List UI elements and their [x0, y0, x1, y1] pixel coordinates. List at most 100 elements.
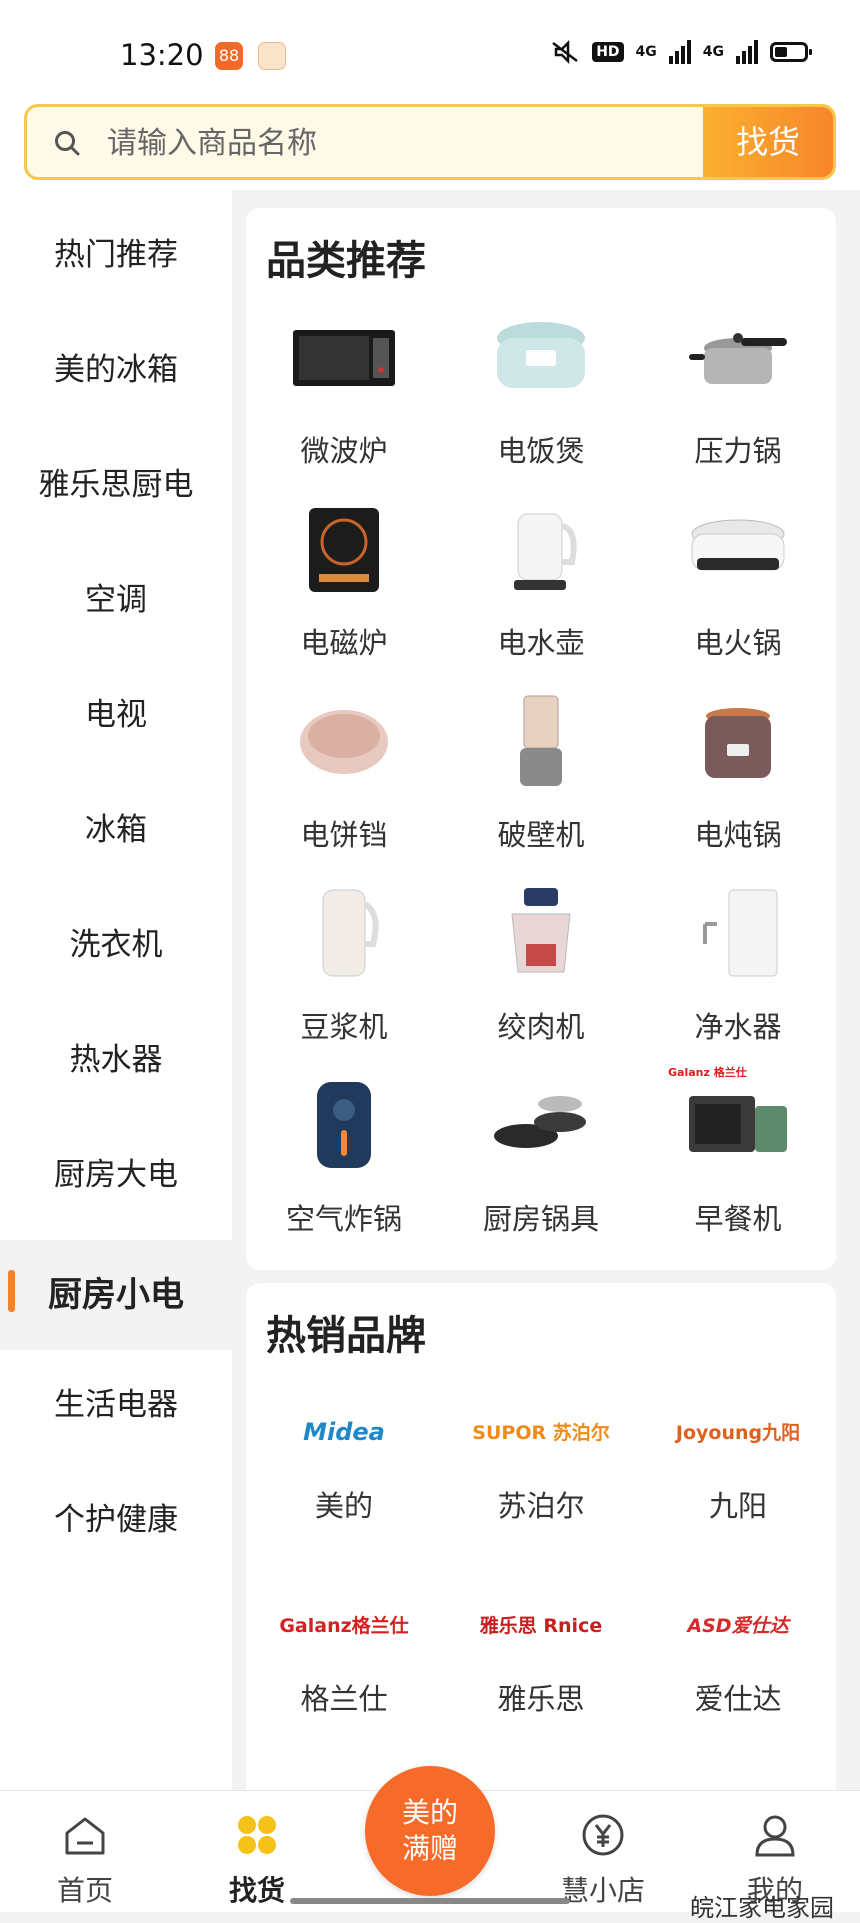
category-item[interactable]: 空气炸锅	[246, 1076, 442, 1266]
category-item[interactable]: 破壁机	[443, 692, 639, 882]
category-section-title: 品类推荐	[266, 238, 426, 284]
meat-grinder-icon	[511, 888, 571, 973]
promo-line-2: 满赠	[401, 1832, 458, 1865]
brand-name: 九阳	[708, 1489, 767, 1523]
sidebar-item-rnice-kitchen[interactable]: 雅乐思厨电	[0, 435, 232, 535]
category-item[interactable]: 微波炉	[246, 308, 442, 498]
category-sidebar: 热门推荐 美的冰箱 雅乐思厨电 空调 电视 冰箱 洗衣机 热水器 厨房大电 厨房…	[0, 190, 232, 1790]
brand-item[interactable]: Galanz格兰仕 格兰仕	[246, 1571, 442, 1761]
category-label: 电炖锅	[694, 818, 782, 852]
tab-home[interactable]: 首页	[0, 1791, 170, 1912]
tab-home-label: 首页	[56, 1874, 113, 1907]
brand-item[interactable]: 雅乐思 Rnice 雅乐思	[443, 1571, 639, 1761]
stew-pot-icon	[705, 708, 771, 778]
supor-logo: SUPOR 苏泊尔	[472, 1422, 610, 1444]
category-item[interactable]: 豆浆机	[246, 884, 442, 1074]
sidebar-item-living[interactable]: 生活电器	[0, 1355, 232, 1455]
category-label: 净水器	[694, 1010, 782, 1044]
microwave-icon	[293, 330, 395, 386]
battery-icon	[770, 42, 812, 62]
category-label: 电水壶	[497, 626, 585, 660]
category-label: 绞肉机	[497, 1010, 585, 1044]
network-label-1: 4G	[635, 44, 657, 60]
tab-find[interactable]: 找货	[172, 1791, 342, 1912]
midea-logo: Midea	[303, 1418, 385, 1446]
category-label: 压力锅	[694, 434, 782, 468]
signal-icon	[668, 40, 691, 64]
joyoung-logo: Joyoung九阳	[675, 1422, 801, 1444]
category-label: 早餐机	[694, 1202, 782, 1236]
mute-icon	[552, 40, 578, 64]
pancake-maker-icon	[300, 710, 388, 774]
grid-icon	[238, 1816, 276, 1854]
category-item[interactable]: 电磁炉	[246, 500, 442, 690]
category-item[interactable]: 电饭煲	[443, 308, 639, 498]
brand-name: 美的	[314, 1489, 373, 1523]
brand-item[interactable]: SUPOR 苏泊尔 苏泊尔	[443, 1378, 639, 1568]
rnice-logo: 雅乐思 Rnice	[479, 1615, 603, 1637]
induction-cooker-icon	[309, 508, 379, 592]
category-label: 电饭煲	[497, 434, 585, 468]
sidebar-item-water-heater[interactable]: 热水器	[0, 1010, 232, 1110]
brand-name: 苏泊尔	[497, 1489, 585, 1523]
network-label-2: 4G	[702, 44, 724, 60]
status-bar: 13:20 88 HD 4G 4G	[0, 0, 860, 100]
sidebar-item-washer[interactable]: 洗衣机	[0, 895, 232, 995]
category-item[interactable]: 电水壶	[443, 500, 639, 690]
sidebar-item-hot[interactable]: 热门推荐	[0, 205, 232, 305]
category-label: 电饼铛	[300, 818, 388, 852]
soymilk-maker-icon	[322, 889, 379, 977]
category-item[interactable]: 厨房锅具	[443, 1076, 639, 1266]
app-notification-icon-2	[258, 42, 286, 70]
category-label: 电火锅	[694, 626, 782, 660]
status-icons: HD 4G 4G	[550, 40, 812, 64]
brand-name: 格兰仕	[300, 1682, 388, 1716]
category-label: 电磁炉	[300, 626, 388, 660]
search-icon	[55, 131, 80, 156]
brand-item[interactable]: ASD爱仕达 爱仕达	[640, 1571, 836, 1761]
home-icon	[65, 1817, 105, 1855]
category-item[interactable]: 绞肉机	[443, 884, 639, 1074]
home-indicator[interactable]	[290, 1898, 570, 1904]
brand-item[interactable]: Midea 美的	[246, 1378, 442, 1568]
category-recommend-card: 品类推荐 微波炉 电饭煲 压力锅 电磁炉 电水壶 电火锅 电饼铛 破壁机 电炖锅	[246, 208, 836, 1270]
blender-icon	[520, 695, 562, 786]
sidebar-item-air-conditioner[interactable]: 空调	[0, 550, 232, 650]
category-item[interactable]: Galanz 格兰仕 早餐机	[640, 1066, 836, 1266]
brands-section-title: 热销品牌	[266, 1313, 426, 1359]
air-fryer-icon	[317, 1082, 371, 1168]
promo-line-1: 美的	[401, 1796, 458, 1829]
category-item[interactable]: 净水器	[640, 884, 836, 1074]
breakfast-machine-icon	[689, 1096, 787, 1152]
search-button[interactable]: 找货	[703, 107, 833, 177]
rice-cooker-icon	[497, 322, 585, 388]
category-label: 豆浆机	[300, 1010, 388, 1044]
sidebar-item-personal-care[interactable]: 个护健康	[0, 1470, 232, 1570]
hd-badge: HD	[592, 42, 624, 62]
sidebar-item-midea-fridge[interactable]: 美的冰箱	[0, 320, 232, 420]
sidebar-item-kitchen-small[interactable]: 厨房小电	[0, 1240, 232, 1350]
app-notification-icon: 88	[215, 42, 243, 70]
search-bar-container: 找货	[0, 100, 860, 190]
category-label: 破壁机	[497, 818, 585, 852]
sidebar-item-kitchen-large[interactable]: 厨房大电	[0, 1125, 232, 1225]
category-item[interactable]: 压力锅	[640, 308, 836, 498]
search-input[interactable]	[105, 107, 709, 177]
promo-center-button[interactable]: 美的 满赠	[365, 1766, 495, 1896]
sidebar-item-fridge[interactable]: 冰箱	[0, 780, 232, 880]
yen-coin-icon	[582, 1814, 624, 1856]
hot-pot-icon	[691, 519, 785, 571]
signal-icon-2	[736, 40, 758, 64]
category-item[interactable]: 电饼铛	[246, 692, 442, 882]
category-item[interactable]: 电火锅	[640, 500, 836, 690]
brand-item[interactable]: Joyoung九阳 九阳	[640, 1378, 836, 1568]
brand-name: 爱仕达	[694, 1682, 782, 1716]
tab-shop[interactable]: 慧小店	[518, 1791, 688, 1912]
search-bar: 找货	[24, 104, 836, 180]
category-label: 微波炉	[300, 434, 388, 468]
status-time: 13:20	[120, 38, 204, 72]
sidebar-item-tv[interactable]: 电视	[0, 665, 232, 765]
asd-logo: ASD爱仕达	[687, 1615, 789, 1637]
category-label: 厨房锅具	[482, 1202, 599, 1236]
category-item[interactable]: 电炖锅	[640, 692, 836, 882]
